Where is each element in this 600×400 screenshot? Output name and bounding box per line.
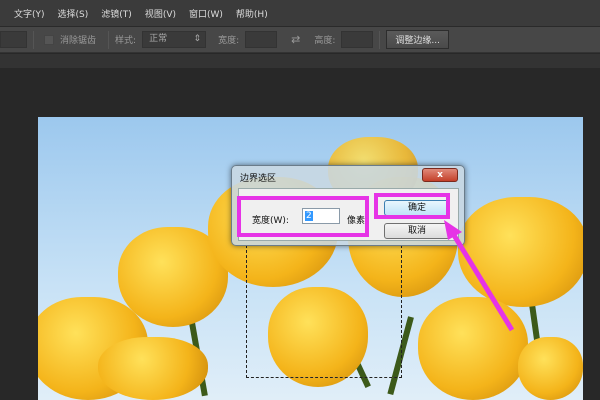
arrow-icon bbox=[444, 220, 515, 332]
